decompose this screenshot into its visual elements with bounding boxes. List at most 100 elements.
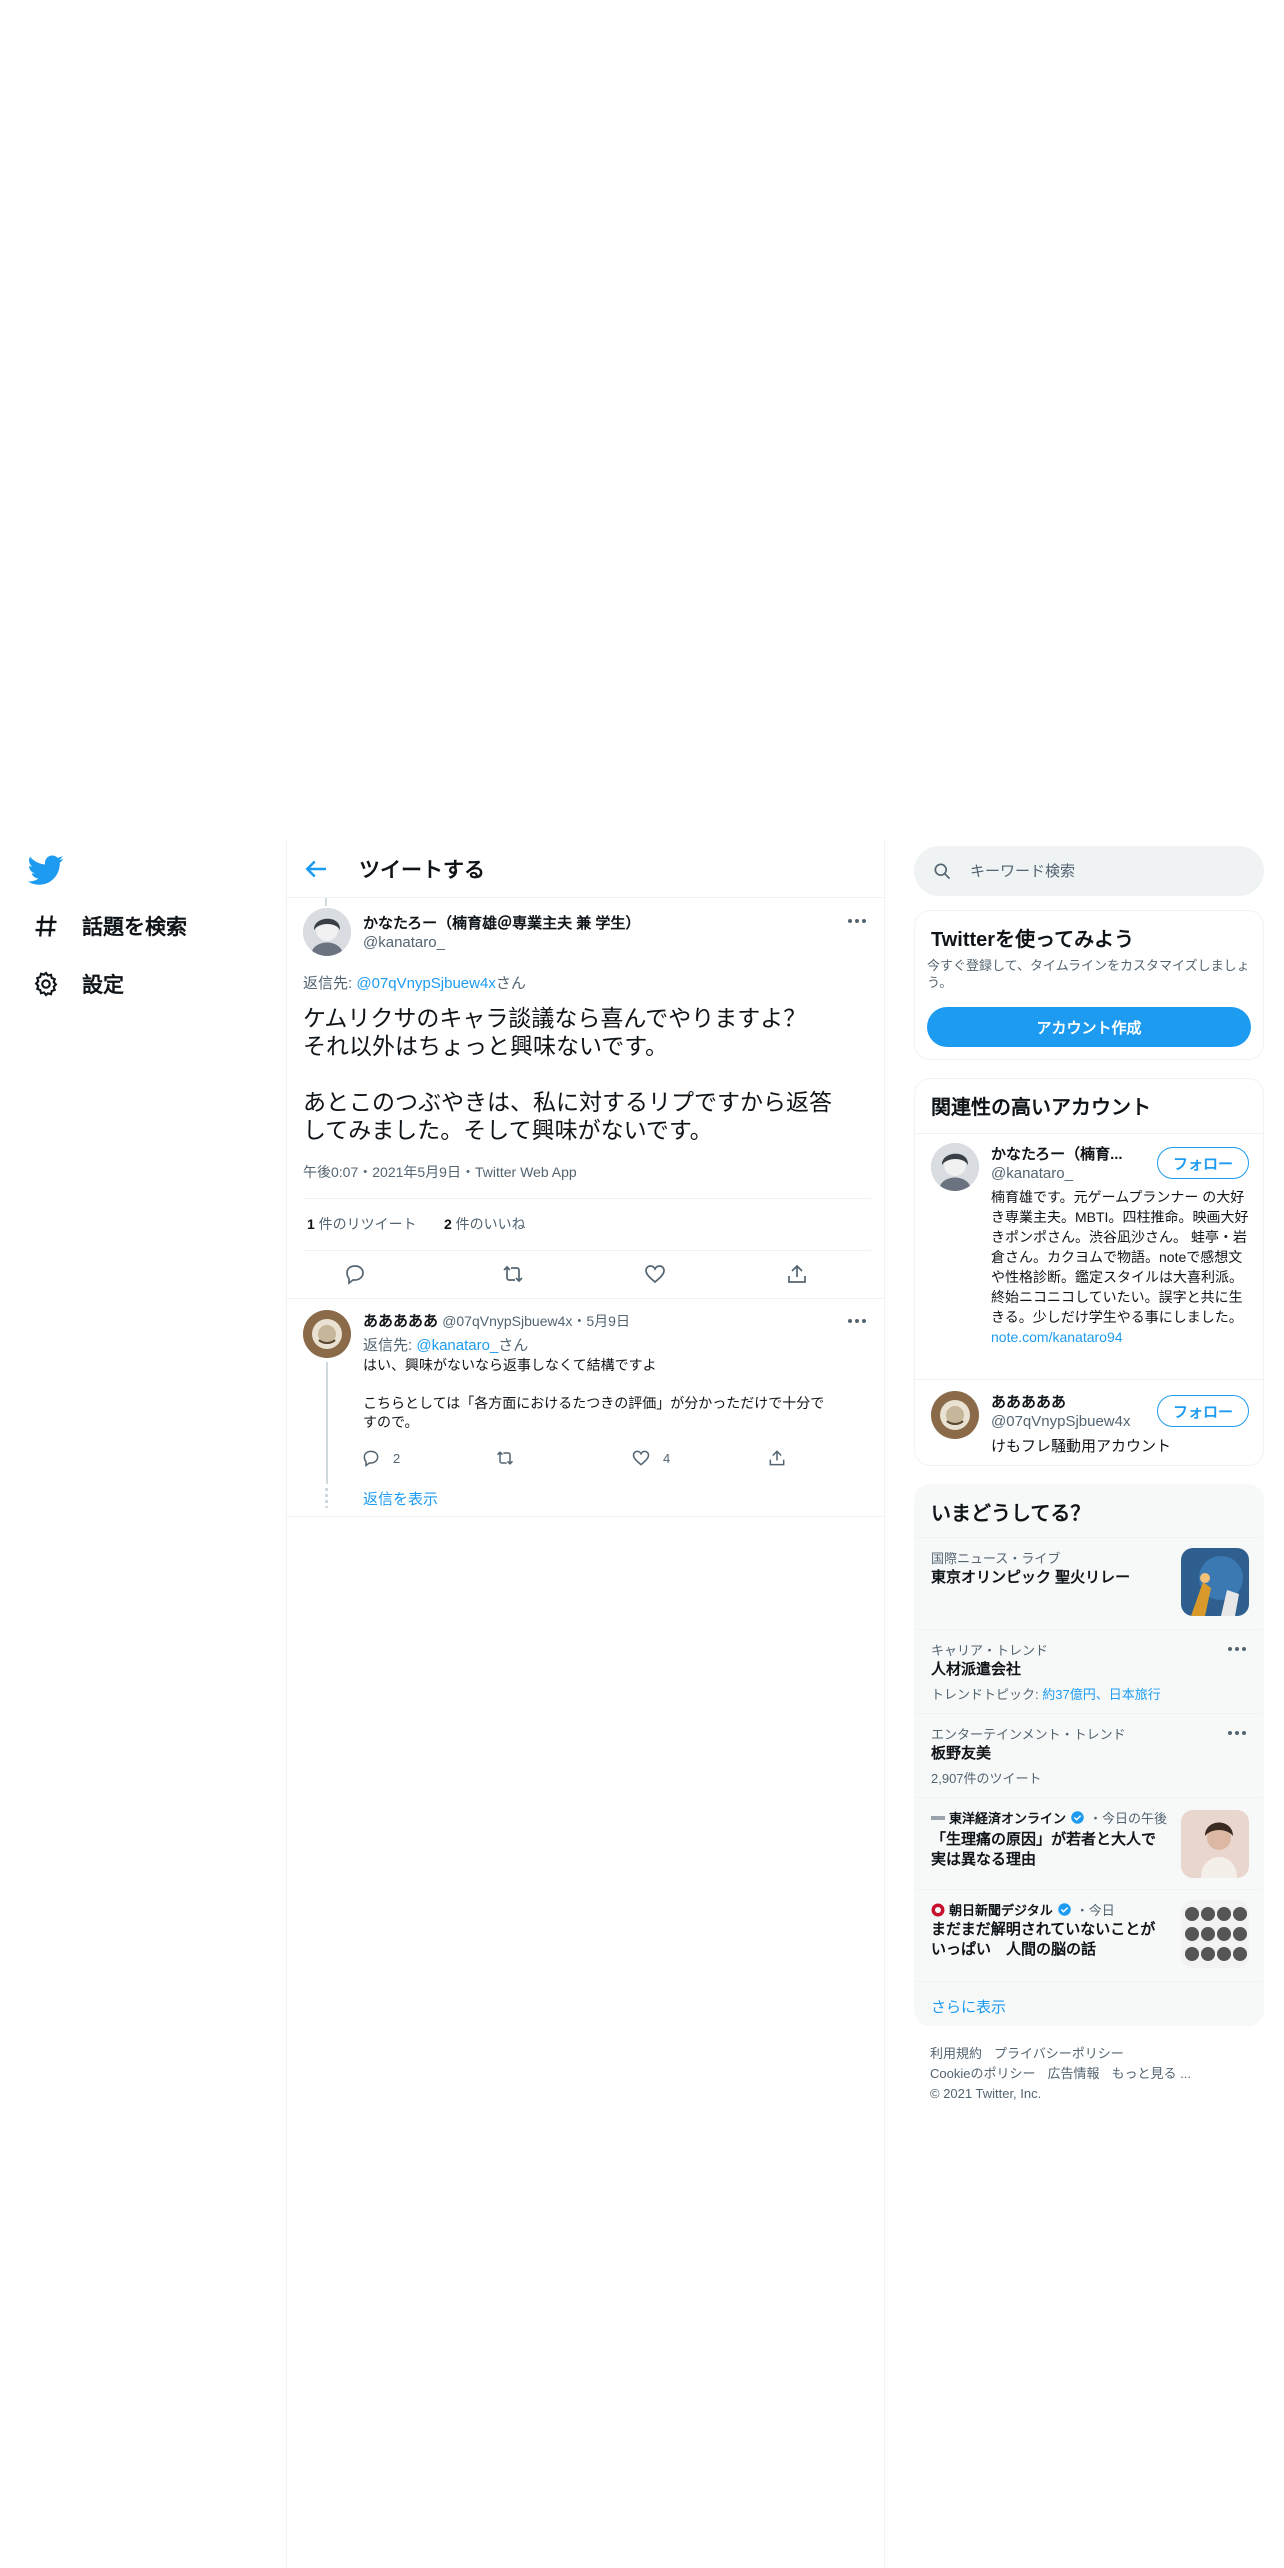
- trend-item[interactable]: キャリア・トレンド 人材派遣会社 トレンドトピック: 約37億円、日本旅行: [915, 1629, 1263, 1713]
- trend-title: まだまだ解明されていないことがいっぱい 人間の脳の話: [931, 1921, 1156, 1958]
- more-options-icon[interactable]: [845, 916, 869, 926]
- trend-item[interactable]: 国際ニュース・ライブ 東京オリンピック 聖火リレー: [915, 1537, 1263, 1629]
- retweets-stat[interactable]: 1 件のリツイート: [307, 1214, 417, 1234]
- avatar[interactable]: [931, 1391, 979, 1439]
- like-icon[interactable]: [643, 1262, 667, 1286]
- share-icon[interactable]: [785, 1262, 809, 1286]
- divider: [287, 1298, 884, 1299]
- show-more-row[interactable]: さらに表示: [915, 1981, 1263, 2025]
- verified-badge-icon: [1071, 1811, 1084, 1824]
- search-input[interactable]: [970, 858, 1240, 884]
- sidebar-item-settings[interactable]: 設定: [32, 964, 124, 1004]
- retweet-icon[interactable]: [495, 1448, 515, 1468]
- avatar-image: [931, 1391, 979, 1439]
- account-name[interactable]: かなたろー（楠育...: [991, 1143, 1141, 1164]
- trend-meta: エンターテインメント・トレンド: [931, 1727, 1126, 1742]
- retweets-count: 1: [307, 1216, 315, 1232]
- retweet-icon[interactable]: [501, 1262, 525, 1286]
- avatar-image: [303, 1310, 351, 1358]
- gear-icon: [34, 971, 58, 997]
- source-time: ・今日の午後: [1089, 1811, 1168, 1826]
- reply-to-link[interactable]: @07qVnypSjbuew4x: [356, 975, 495, 992]
- source-time: ・今日: [1075, 1903, 1115, 1918]
- account-handle[interactable]: @kanataro_: [991, 1165, 1073, 1182]
- search-icon: [934, 863, 951, 880]
- trend-thumbnail: [1181, 1900, 1249, 1968]
- search-box[interactable]: [914, 846, 1264, 896]
- divider: [287, 1516, 884, 1517]
- trend-sub-links[interactable]: 約37億円、日本旅行: [1042, 1687, 1160, 1702]
- divider: [303, 1198, 871, 1199]
- tweet-timestamp[interactable]: 午後0:07・2021年5月9日・Twitter Web App: [303, 1162, 577, 1182]
- reply-suffix: さん: [498, 1337, 529, 1354]
- thread-dots: [325, 1488, 328, 1508]
- main-column: ツイートする かなたろー（楠育雄＠専業主夫 兼 学生） @kanataro_ 返…: [286, 840, 885, 2568]
- right-column: Twitterを使ってみよう 今すぐ登録して、タイムラインをカスタマイズしましょ…: [914, 840, 1264, 2568]
- reply-author-handle[interactable]: @07qVnypSjbuew4x: [442, 1313, 572, 1329]
- trend-item[interactable]: エンターテインメント・トレンド 板野友美 2,907件のツイート: [915, 1713, 1263, 1797]
- trend-meta: 国際ニュース・ライブ: [931, 1551, 1061, 1566]
- relevant-accounts-card: 関連性の高いアカウント かなたろー（楠育... @kanataro_ フォロー …: [914, 1078, 1264, 1466]
- trend-source: 東洋経済オンライン ・今日の午後: [931, 1808, 1167, 1827]
- author-handle[interactable]: @kanataro_: [363, 934, 445, 951]
- avatar[interactable]: [931, 1143, 979, 1191]
- footer-link-more[interactable]: もっと見る ...: [1111, 2066, 1190, 2081]
- source-logo-icon: [931, 1815, 945, 1820]
- more-options-icon[interactable]: [1225, 1644, 1249, 1654]
- footer-links: 利用規約 プライバシーポリシー Cookieのポリシー 広告情報 もっと見る ... …: [930, 2044, 1203, 2104]
- twitter-bird-icon[interactable]: [28, 852, 64, 888]
- thread-line: [326, 1362, 328, 1484]
- source-name: 東洋経済オンライン: [949, 1811, 1067, 1826]
- follow-button[interactable]: フォロー: [1157, 1147, 1249, 1179]
- trend-title: 板野友美: [931, 1745, 992, 1762]
- footer-link-cookies[interactable]: Cookieのポリシー: [930, 2066, 1035, 2081]
- reply-like-action[interactable]: 4: [631, 1448, 670, 1468]
- reply-to-link[interactable]: @kanataro_: [416, 1337, 498, 1354]
- trend-item[interactable]: 東洋経済オンライン ・今日の午後 「生理痛の原因」が若者と大人で実は異なる理由: [915, 1797, 1263, 1889]
- trend-title: 「生理痛の原因」が若者と大人で実は異なる理由: [931, 1831, 1157, 1868]
- show-replies-link[interactable]: 返信を表示: [363, 1488, 438, 1509]
- reply-header: あああああ @07qVnypSjbuew4x・5月9日: [363, 1310, 630, 1331]
- footer-link-privacy[interactable]: プライバシーポリシー: [994, 2046, 1124, 2061]
- reply-date[interactable]: ・5月9日: [572, 1313, 630, 1329]
- avatar[interactable]: [303, 908, 351, 956]
- thread-line: [325, 898, 327, 906]
- sidebar-item-label: 設定: [82, 974, 124, 997]
- like-icon: [632, 1450, 650, 1466]
- footer-link-ads[interactable]: 広告情報: [1047, 2066, 1099, 2081]
- left-sidebar: 話題を検索 設定: [0, 840, 286, 2568]
- account-name[interactable]: あああああ: [991, 1391, 1066, 1412]
- more-options-icon[interactable]: [1225, 1728, 1249, 1738]
- trend-title: 人材派遣会社: [931, 1661, 1022, 1678]
- avatar[interactable]: [303, 1310, 351, 1358]
- hashtag-icon: [35, 915, 57, 937]
- torch-relay-image: [1181, 1548, 1249, 1616]
- avatar-image: [931, 1143, 979, 1191]
- like-count: 4: [663, 1450, 671, 1466]
- trend-sub: 2,907件のツイート: [931, 1771, 1042, 1786]
- trend-sub: トレンドトピック: 約37億円、日本旅行: [931, 1684, 1161, 1703]
- signup-title: Twitterを使ってみよう: [931, 929, 1135, 951]
- trend-item[interactable]: 朝日新聞デジタル ・今日 まだまだ解明されていないことがいっぱい 人間の脳の話: [915, 1889, 1263, 1981]
- account-bio-text: 楠育雄です。元ゲームプランナー の大好き専業主夫。MBTI。四柱推命。映画大好き…: [991, 1189, 1249, 1325]
- author-name[interactable]: かなたろー（楠育雄＠専業主夫 兼 学生）: [363, 912, 640, 933]
- bio-link[interactable]: note.com/kanataro94: [991, 1329, 1123, 1345]
- page-title: ツイートする: [359, 859, 485, 882]
- article-photo-image: [1181, 1810, 1249, 1878]
- back-arrow-icon[interactable]: [301, 854, 331, 884]
- show-more-link[interactable]: さらに表示: [931, 1996, 1006, 2017]
- reply-icon[interactable]: [343, 1262, 367, 1286]
- more-options-icon[interactable]: [845, 1316, 869, 1326]
- copyright: © 2021 Twitter, Inc.: [930, 2086, 1042, 2101]
- trend-title: 東京オリンピック 聖火リレー: [931, 1569, 1131, 1586]
- divider: [915, 1379, 1263, 1380]
- reply-author-name[interactable]: あああああ: [363, 1313, 438, 1330]
- account-handle[interactable]: @07qVnypSjbuew4x: [991, 1413, 1130, 1430]
- sidebar-item-explore[interactable]: 話題を検索: [32, 906, 187, 946]
- reply-reply-action[interactable]: 2: [361, 1448, 400, 1468]
- follow-button[interactable]: フォロー: [1157, 1395, 1249, 1427]
- share-icon[interactable]: [767, 1448, 787, 1468]
- likes-stat[interactable]: 2 件のいいね: [444, 1214, 526, 1234]
- create-account-button[interactable]: アカウント作成: [927, 1007, 1251, 1047]
- footer-link-terms[interactable]: 利用規約: [930, 2046, 982, 2061]
